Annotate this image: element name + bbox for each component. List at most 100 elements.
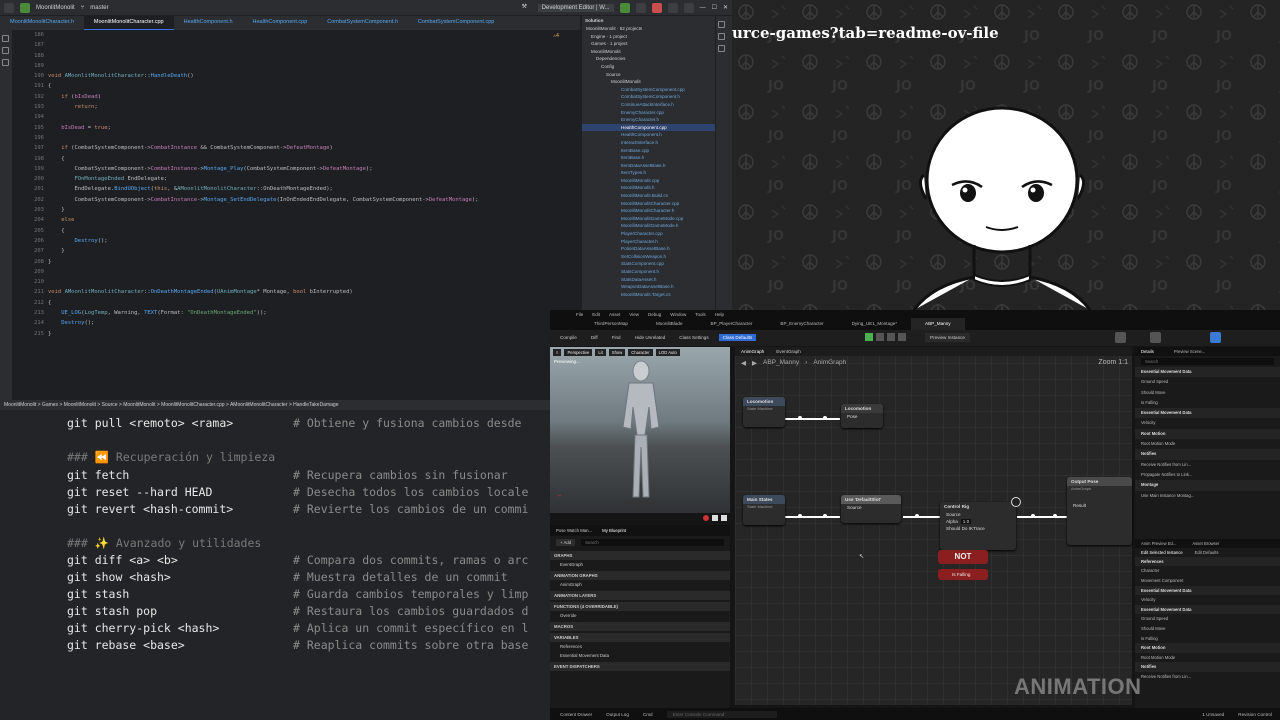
code-line[interactable]: {: [48, 298, 578, 308]
control-rig-node[interactable]: Control Rig Source Alpha 1.0 Should Do IK…: [940, 502, 1016, 550]
solution-item[interactable]: ContinueAttackInterface.h: [582, 101, 715, 109]
preview-viewport[interactable]: ≡ Perspective Lit Show Character LOD Aut…: [550, 347, 730, 513]
search-icon[interactable]: [667, 2, 678, 13]
close-icon[interactable]: ✕: [723, 4, 728, 11]
terminal-command[interactable]: git stash pop: [67, 604, 157, 618]
solution-item[interactable]: InteractInterface.h: [582, 139, 715, 147]
character-button[interactable]: Character: [628, 349, 653, 356]
terminal-command[interactable]: git fetch: [67, 468, 129, 482]
asset-browser-tab[interactable]: Asset Browser: [1192, 541, 1219, 546]
code-line[interactable]: return;: [48, 102, 578, 112]
solution-item[interactable]: EnemyCharacter.cpp: [582, 109, 715, 117]
code-line[interactable]: }: [48, 257, 578, 267]
pause-preview-icon[interactable]: [712, 515, 718, 521]
blueprint-mode-icon[interactable]: [1210, 332, 1221, 343]
solution-item[interactable]: StatsComponent.h: [582, 268, 715, 276]
code-line[interactable]: FOnMontageEnded EndDelegate;: [48, 174, 578, 184]
details-row[interactable]: Root Motion: [1135, 428, 1280, 440]
code-line[interactable]: else: [48, 215, 578, 225]
code-line[interactable]: [48, 51, 578, 61]
editor-tab[interactable]: CombatSystemComponent.cpp: [408, 16, 504, 30]
ue-asset-tab[interactable]: BP_EnemyCharacter: [766, 318, 837, 330]
code-line[interactable]: EndDelegate.BindUObject(this, &AMoonlitM…: [48, 184, 578, 194]
preview-instance-dropdown[interactable]: Preview Instance: [925, 333, 970, 342]
editor-tab[interactable]: HealthComponent.cpp: [243, 16, 318, 30]
anim-graph-canvas[interactable]: AnimGraph EventGraph ◀ ▶ ABP_Manny › Ani…: [735, 347, 1132, 705]
terminal-command[interactable]: git cherry-pick <hash>: [67, 621, 219, 635]
code-line[interactable]: [48, 267, 578, 277]
solution-item[interactable]: HealthComponent.h: [582, 131, 715, 139]
details-row[interactable]: Root Motion Mode: [1135, 439, 1280, 449]
bp-item[interactable]: Override: [550, 611, 730, 620]
code-line[interactable]: UE_LOG(LogTemp, Warning, TEXT(Format: "O…: [48, 308, 578, 318]
slot-node[interactable]: Use 'DefaultSlot' Source: [841, 495, 901, 523]
code-line[interactable]: [48, 30, 578, 40]
solution-item[interactable]: Config: [582, 63, 715, 71]
details-row[interactable]: Velocity: [1135, 418, 1280, 428]
editor-tab[interactable]: MoonlitMonolitCharacter.h: [0, 16, 84, 30]
preview-row[interactable]: Essential Movement Data: [1135, 585, 1280, 596]
anim-preview-tab[interactable]: Anim Preview Ed...: [1141, 541, 1176, 546]
code-line[interactable]: {: [48, 81, 578, 91]
bp-item[interactable]: EventGraph: [550, 560, 730, 569]
preview-row[interactable]: Receive Notifies from Lin...: [1135, 672, 1280, 682]
bp-section-header[interactable]: ANIMATION GRAPHS: [550, 571, 730, 580]
breadcrumb-asset[interactable]: ABP_Manny: [763, 359, 799, 367]
mesh-mode-icon[interactable]: [1150, 332, 1161, 343]
code-line[interactable]: [48, 40, 578, 50]
preview-row[interactable]: Velocity: [1135, 595, 1280, 605]
details-row[interactable]: Should Move: [1135, 388, 1280, 398]
solution-item[interactable]: PlayerCharacter.cpp: [582, 230, 715, 238]
preview-row[interactable]: Ground Speed: [1135, 614, 1280, 624]
structure-tool-icon[interactable]: [2, 59, 9, 66]
solution-item[interactable]: SetCollisionWeapon.h: [582, 253, 715, 261]
ue-asset-tab[interactable]: ABP_Manny: [911, 318, 965, 330]
ue-menu-item[interactable]: Tools: [695, 312, 706, 317]
solution-item[interactable]: Games · 1 project: [582, 40, 715, 48]
branch-name[interactable]: master: [90, 5, 108, 11]
solution-item[interactable]: MoonlitMonolitGameMode.cpp: [582, 215, 715, 223]
solution-item[interactable]: CombatSystemComponent.h: [582, 93, 715, 101]
preview-row[interactable]: References: [1135, 556, 1280, 567]
solution-item[interactable]: WeaponDataAssetBase.h: [582, 283, 715, 291]
reroute-pin[interactable]: [823, 514, 827, 518]
solution-item[interactable]: MoonlitMonolit.Build.cs: [582, 192, 715, 200]
bp-section-header[interactable]: FUNCTIONS (4 OVERRIDABLE): [550, 602, 730, 611]
solution-item[interactable]: HealthComponent.cpp: [582, 123, 715, 132]
result-pin[interactable]: Result: [1067, 491, 1132, 520]
watch-icon[interactable]: [1011, 497, 1021, 507]
my-blueprint-tab[interactable]: My Blueprint: [602, 528, 626, 533]
details-row[interactable]: Propagate Notifies to Link...: [1135, 470, 1280, 480]
ue-menu-item[interactable]: View: [629, 312, 639, 317]
output-log-button[interactable]: Output Log: [606, 712, 629, 717]
bp-section-header[interactable]: GRAPHS: [550, 551, 730, 560]
stop-play-icon[interactable]: [898, 333, 906, 341]
back-arrow-icon[interactable]: ◀: [741, 359, 746, 367]
debug-icon[interactable]: [635, 2, 646, 13]
lod-button[interactable]: LOD Auto: [655, 349, 680, 356]
should-ik-pin[interactable]: Should Do IKTrace: [940, 525, 1016, 532]
content-drawer-button[interactable]: Content Drawer: [560, 712, 592, 717]
bp-item[interactable]: AnimGraph: [550, 580, 730, 589]
problems-indicator[interactable]: ⚠4: [553, 33, 559, 39]
code-line[interactable]: [48, 133, 578, 143]
solution-item[interactable]: MoonlitMonolitCharacter.h: [582, 207, 715, 215]
code-line[interactable]: CombatSystemComponent->CombatInstance->M…: [48, 195, 578, 205]
ai-assistant-icon[interactable]: [718, 45, 725, 52]
preview-row[interactable]: Should Move: [1135, 624, 1280, 634]
terminal-command[interactable]: git pull <remoto> <rama>: [67, 416, 233, 430]
solution-item[interactable]: MoonlitMonolit: [582, 48, 715, 56]
code-line[interactable]: {: [48, 154, 578, 164]
ue-asset-tab[interactable]: ThirdPersonMap: [580, 318, 642, 330]
ue-toolbar-button[interactable]: Diff: [587, 334, 602, 341]
editor-tab[interactable]: HealthComponent.h: [174, 16, 243, 30]
notifications-icon[interactable]: [718, 21, 725, 28]
editor-tab[interactable]: MoonlitMonolitCharacter.cpp: [83, 16, 174, 30]
solution-item[interactable]: ItemDataAssetBase.h: [582, 162, 715, 170]
code-line[interactable]: void AMoonlitMonolitCharacter::OnDeathMo…: [48, 287, 578, 297]
code-line[interactable]: [48, 112, 578, 122]
solution-item[interactable]: MoonlitMonolitCharacter.cpp: [582, 200, 715, 208]
main-states-node[interactable]: Main States State Machine: [743, 495, 785, 525]
solution-item[interactable]: Source: [582, 71, 715, 79]
solution-item[interactable]: MoonlitMonolit.Target.cs: [582, 291, 715, 299]
